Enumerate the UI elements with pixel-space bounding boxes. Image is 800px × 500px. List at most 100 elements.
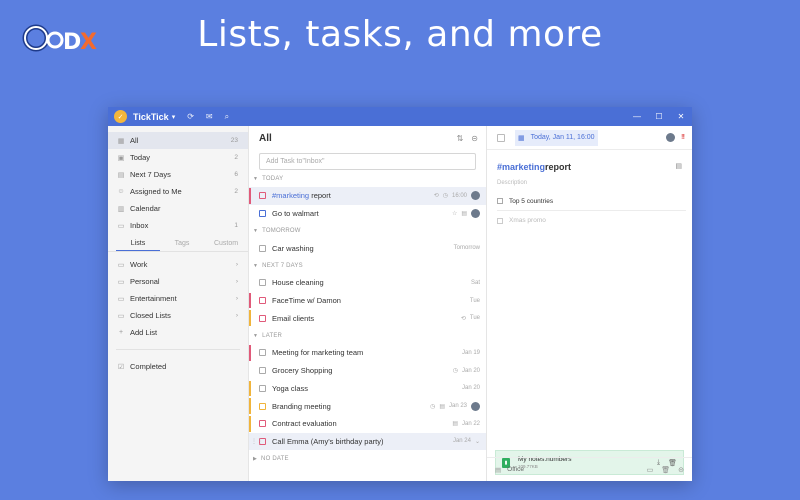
sidebar-item-inbox[interactable]: ▭ Inbox 1 [108, 217, 248, 234]
chevron-down-icon: ⌄ [474, 438, 480, 445]
footer-list-name[interactable]: Office [507, 466, 524, 473]
task-row[interactable]: Car washing Tomorrow [249, 239, 486, 257]
sync-icon[interactable]: ⟳ [187, 112, 194, 121]
sort-icon[interactable]: ⇅ [457, 134, 464, 143]
task-checkbox[interactable] [259, 349, 266, 357]
count-badge: 6 [234, 171, 238, 178]
person-icon: ☺ [117, 188, 125, 195]
folder-icon: ▭ [117, 278, 125, 286]
avatar [471, 209, 480, 219]
task-checkbox[interactable] [259, 384, 266, 392]
inbox-icon: ▭ [117, 222, 125, 230]
section-header-tomorrow[interactable]: ▼ TOMORROW [249, 222, 486, 239]
section-header-nodate[interactable]: ▶ NO DATE [249, 450, 486, 467]
task-checkbox[interactable] [259, 402, 266, 410]
menu-icon[interactable]: ▤ [675, 162, 682, 172]
trash-icon[interactable]: 🗑 [661, 466, 670, 474]
task-title[interactable]: #marketing report ▤ [487, 150, 692, 172]
due-date-button[interactable]: ▦ Today, Jan 11, 16:00 [515, 129, 598, 146]
sidebar-item-entertainment[interactable]: ▭ Entertainment › [108, 290, 248, 307]
note-icon: ▤ [452, 421, 458, 428]
clock-icon: ◷ [430, 403, 436, 410]
add-task-input[interactable]: Add Task to"Inbox" [259, 153, 476, 170]
note-icon: ▤ [439, 403, 445, 410]
section-header-next7[interactable]: ▼ NEXT 7 DAYS [249, 257, 486, 274]
completed-icon: ☑ [117, 363, 125, 371]
sidebar-item-next7[interactable]: ▤ Next 7 Days 6 [108, 166, 248, 183]
task-row[interactable]: Contract evaluation ▤ Jan 22 [249, 415, 486, 433]
task-row[interactable]: Branding meeting ◷ ▤ Jan 23 [249, 397, 486, 415]
task-row[interactable]: FaceTime w/ Damon Tue [249, 292, 486, 310]
more-icon[interactable]: ⊝ [471, 134, 478, 143]
task-checkbox[interactable] [259, 297, 266, 305]
task-checkbox[interactable] [259, 210, 266, 218]
drag-handle-icon[interactable]: ⋮⋮ [251, 438, 263, 445]
folder-icon: ▭ [117, 312, 125, 320]
task-checkbox[interactable] [259, 244, 266, 252]
priority-flag-icon[interactable]: !!! [681, 134, 685, 141]
sidebar-item-calendar[interactable]: ▥ Calendar [108, 200, 248, 217]
detail-checkbox[interactable] [497, 133, 505, 142]
task-row[interactable]: Yoga class Jan 20 [249, 380, 486, 398]
comment-icon[interactable]: ▭ [647, 466, 654, 474]
task-checkbox[interactable] [259, 314, 266, 322]
task-checkbox[interactable] [259, 420, 266, 428]
folder-icon: ▭ [117, 295, 125, 303]
tab-lists[interactable]: Lists [116, 240, 160, 251]
inbox-icon[interactable]: ✉ [206, 112, 213, 121]
section-header-today[interactable]: ▼ TODAY [249, 170, 486, 187]
chevron-right-icon: ▶ [253, 455, 258, 462]
chevron-down-icon: ▼ [253, 175, 259, 182]
sidebar-item-completed[interactable]: ☑ Completed [108, 358, 248, 375]
sidebar-item-personal[interactable]: ▭ Personal › [108, 273, 248, 290]
ticktick-logo-icon: ✓ [114, 110, 127, 123]
app-name[interactable]: TickTick [133, 112, 169, 122]
maximize-icon[interactable]: ☐ [648, 112, 670, 121]
task-checkbox[interactable] [259, 279, 266, 287]
plus-icon: + [118, 329, 124, 336]
sidebar-item-assigned[interactable]: ☺ Assigned to Me 2 [108, 183, 248, 200]
avatar [471, 401, 480, 411]
count-badge: 23 [230, 137, 238, 144]
calendar-icon: ▦ [518, 134, 525, 142]
task-row[interactable]: #marketing report ⟲ ◷ 16:00 [249, 187, 486, 205]
headline: Lists, tasks, and more [197, 14, 603, 55]
chevron-right-icon: › [235, 261, 238, 268]
list-title: All [259, 132, 272, 144]
clock-icon: ◷ [442, 193, 448, 200]
chevron-down-icon[interactable]: ▾ [172, 113, 176, 121]
add-list-button[interactable]: + Add List [108, 324, 248, 341]
sidebar-item-today[interactable]: ▣ Today 2 [108, 149, 248, 166]
search-icon[interactable]: ⌕ [225, 112, 229, 122]
clock-icon: ◷ [452, 368, 458, 375]
checklist-checkbox[interactable] [497, 217, 503, 224]
repeat-icon: ⟲ [433, 193, 439, 200]
close-icon[interactable]: ✕ [670, 112, 692, 121]
sidebar-item-work[interactable]: ▭ Work › [108, 256, 248, 273]
list-icon: ▤ [495, 466, 502, 474]
task-checkbox[interactable] [259, 367, 266, 375]
section-header-later[interactable]: ▼ LATER [249, 327, 486, 344]
task-row[interactable]: House cleaning Sat [249, 274, 486, 292]
description-field[interactable]: Description [487, 172, 692, 186]
task-row[interactable]: Meeting for marketing team Jan 19 [249, 344, 486, 362]
avatar[interactable] [666, 133, 676, 142]
task-row[interactable]: ⋮⋮ Call Emma (Amy's birthday party) Jan … [249, 432, 486, 451]
tab-custom[interactable]: Custom [204, 240, 248, 247]
tab-tags[interactable]: Tags [160, 240, 204, 247]
checklist-item[interactable]: Top 5 countries [497, 192, 686, 211]
task-checkbox[interactable] [259, 192, 266, 200]
count-badge: 2 [234, 154, 238, 161]
sidebar-item-all[interactable]: ▦ All 23 [108, 132, 248, 149]
more-icon[interactable]: ⊝ [678, 466, 684, 474]
task-row[interactable]: Email clients ⟲ Tue [249, 309, 486, 327]
checklist-checkbox[interactable] [497, 198, 503, 204]
task-tag[interactable]: #marketing [272, 191, 309, 200]
task-row[interactable]: Grocery Shopping ◷ Jan 20 [249, 362, 486, 380]
today-icon: ▣ [117, 154, 125, 162]
minimize-icon[interactable]: — [626, 112, 648, 121]
checklist-add-item[interactable]: Xmas promo [497, 211, 686, 230]
task-row[interactable]: Go to walmart ☆ ▤ [249, 205, 486, 223]
sidebar-item-closed-lists[interactable]: ▭ Closed Lists › [108, 307, 248, 324]
avatar [471, 191, 480, 201]
